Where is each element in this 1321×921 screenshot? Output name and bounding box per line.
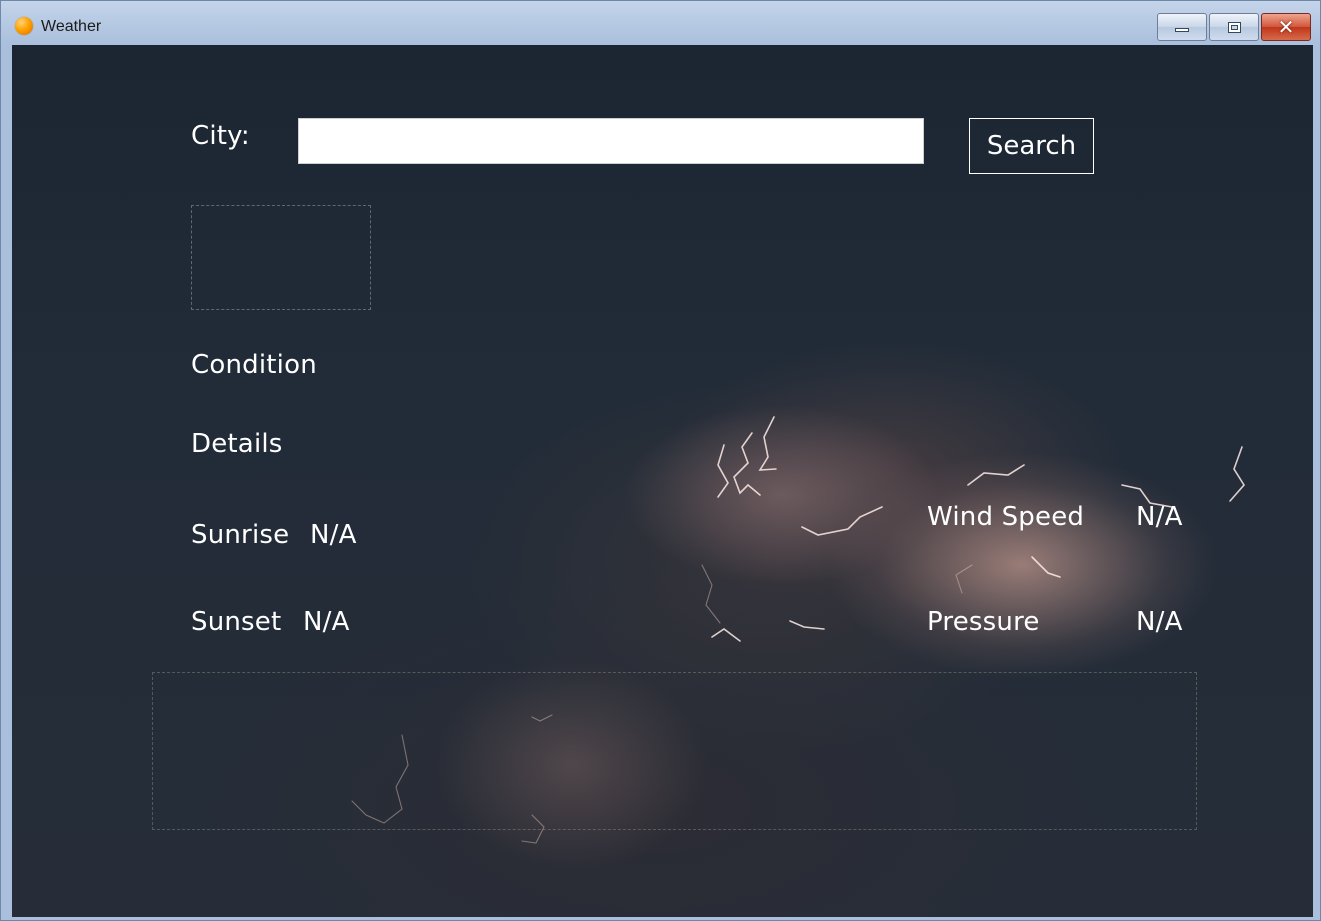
wind-speed-label: Wind Speed: [927, 502, 1085, 532]
minimize-icon: [1175, 28, 1189, 32]
close-button[interactable]: ✕: [1261, 13, 1311, 41]
close-icon: ✕: [1277, 15, 1295, 39]
maximize-icon: [1227, 21, 1241, 33]
app-window: Weather ✕ City: Search Condition Details…: [0, 0, 1321, 921]
sunset-label: Sunset: [191, 607, 282, 637]
sunset-value: N/A: [303, 607, 350, 637]
city-label: City:: [191, 121, 250, 151]
window-title: Weather: [41, 18, 102, 35]
sunrise-value: N/A: [310, 520, 357, 550]
details-text: Details: [191, 429, 283, 459]
weather-icon-placeholder: [191, 205, 371, 310]
wind-speed-value: N/A: [1136, 502, 1183, 532]
city-input[interactable]: [298, 118, 924, 164]
title-bar[interactable]: Weather ✕: [1, 1, 1320, 45]
condition-text: Condition: [191, 350, 317, 380]
minimize-button[interactable]: [1157, 13, 1207, 41]
pressure-label: Pressure: [927, 607, 1040, 637]
sunrise-label: Sunrise: [191, 520, 290, 550]
search-button[interactable]: Search: [969, 118, 1094, 174]
sun-icon: [15, 17, 33, 35]
forecast-panel: [152, 672, 1197, 830]
maximize-button[interactable]: [1209, 13, 1259, 41]
pressure-value: N/A: [1136, 607, 1183, 637]
client-area: City: Search Condition Details Sunrise N…: [12, 45, 1313, 917]
